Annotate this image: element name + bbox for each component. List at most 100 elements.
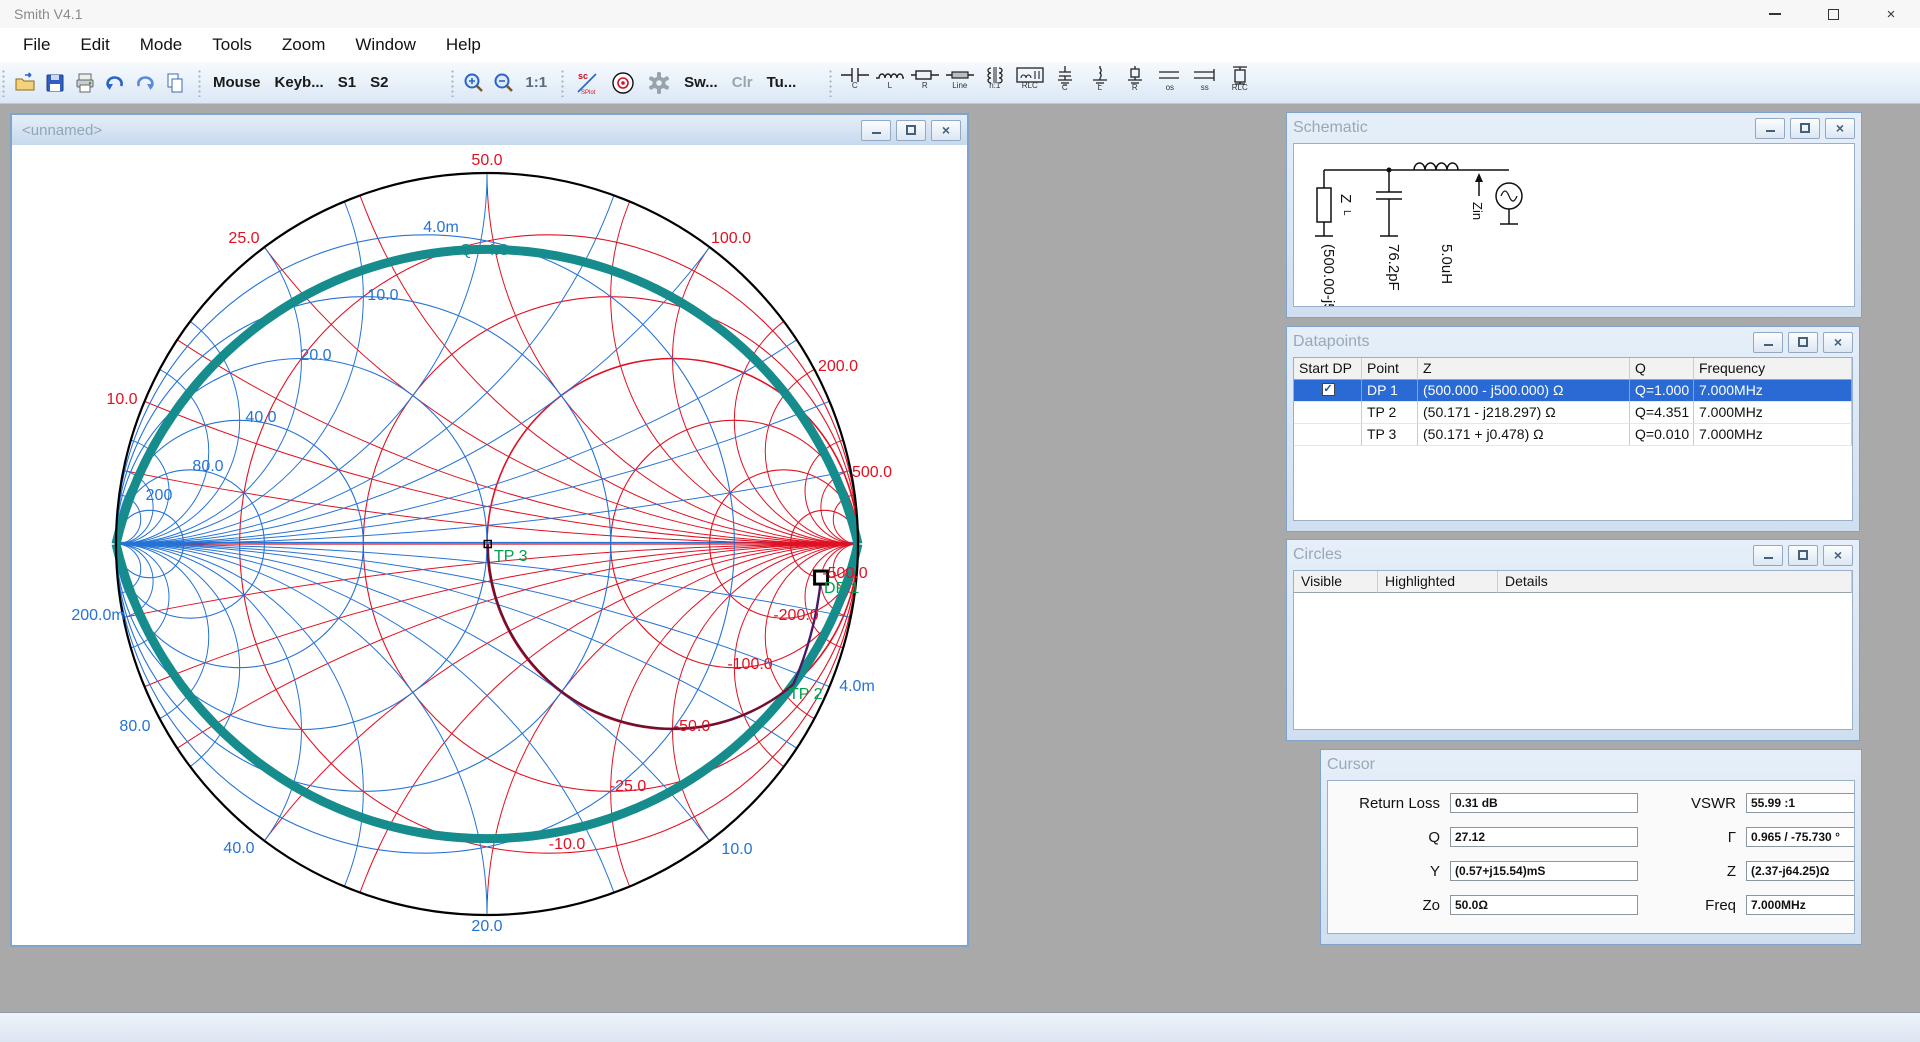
- chart-close-button[interactable]: ×: [931, 120, 961, 141]
- column-header[interactable]: Visible: [1294, 571, 1378, 593]
- z-label: Z: [1644, 863, 1740, 880]
- series-inductor-button[interactable]: L: [873, 66, 906, 100]
- rlc-network-button[interactable]: RLC: [1013, 66, 1046, 100]
- load-label: Z: [1337, 194, 1354, 203]
- shunt-resistor-button[interactable]: R: [1118, 66, 1151, 100]
- table-row[interactable]: TP 2 (50.171 - j218.297) Ω Q=4.351 7.000…: [1294, 402, 1852, 424]
- gamma-field[interactable]: 0.965 / -75.730 °: [1746, 827, 1855, 847]
- chart-minimize-button[interactable]: [861, 120, 891, 141]
- vswr-field[interactable]: 55.99 :1: [1746, 793, 1855, 813]
- circles-titlebar[interactable]: Circles ×: [1293, 540, 1853, 570]
- return-loss-field[interactable]: 0.31 dB: [1450, 793, 1638, 813]
- app-close-button[interactable]: ×: [1862, 0, 1920, 28]
- column-header[interactable]: Start DP: [1294, 358, 1362, 380]
- schematic-titlebar[interactable]: Schematic ×: [1293, 113, 1855, 143]
- circles-minimize-button[interactable]: [1753, 545, 1783, 566]
- menu-help[interactable]: Help: [431, 30, 496, 60]
- zoom-out-button[interactable]: [490, 68, 518, 98]
- clear-button[interactable]: Clr: [725, 70, 760, 95]
- datapoints-close-button[interactable]: ×: [1823, 332, 1853, 353]
- short-stub-button[interactable]: ss: [1188, 66, 1221, 100]
- copy-button[interactable]: [161, 68, 189, 98]
- save-button[interactable]: [41, 68, 69, 98]
- line-button[interactable]: Line: [943, 66, 976, 100]
- component-label: C: [852, 82, 858, 90]
- cursor-titlebar[interactable]: Cursor: [1327, 750, 1855, 780]
- freq-field[interactable]: 7.000MHz: [1746, 895, 1855, 915]
- column-header[interactable]: Frequency: [1694, 358, 1852, 380]
- s1-button[interactable]: S1: [331, 70, 363, 95]
- circles-maximize-button[interactable]: [1788, 545, 1818, 566]
- z-field[interactable]: (2.37-j64.25)Ω: [1746, 861, 1855, 881]
- table-row[interactable]: TP 3 (50.171 + j0.478) Ω Q=0.010 7.000MH…: [1294, 424, 1852, 446]
- chart-window-titlebar[interactable]: <unnamed> ×: [12, 115, 967, 145]
- datapoints-titlebar[interactable]: Datapoints ×: [1293, 327, 1853, 357]
- zo-field[interactable]: 50.0Ω: [1450, 895, 1638, 915]
- print-button[interactable]: [71, 68, 99, 98]
- chart-label: 4.0m: [423, 219, 459, 236]
- column-header[interactable]: Point: [1362, 358, 1418, 380]
- redo-button[interactable]: [131, 68, 159, 98]
- schematic-maximize-button[interactable]: [1790, 118, 1820, 139]
- keyboard-mode-button[interactable]: Keyb...: [268, 70, 331, 95]
- datapoints-minimize-button[interactable]: [1753, 332, 1783, 353]
- app-maximize-button[interactable]: [1804, 0, 1862, 28]
- chart-label: DP 1: [824, 580, 859, 597]
- menu-zoom[interactable]: Zoom: [267, 30, 340, 60]
- chart-label: 50.0: [471, 152, 502, 169]
- target-button[interactable]: [606, 68, 640, 98]
- column-header[interactable]: Z: [1418, 358, 1630, 380]
- circles-close-button[interactable]: ×: [1823, 545, 1853, 566]
- schematic-canvas[interactable]: Z L Zin (500.00-j5 76.2pF 5.0uH: [1293, 143, 1855, 307]
- app-minimize-button[interactable]: [1746, 0, 1804, 28]
- start-dp-checkbox[interactable]: ✓: [1322, 383, 1335, 396]
- open-button[interactable]: [11, 68, 39, 98]
- shunt-inductor-button[interactable]: L: [1083, 66, 1116, 100]
- column-header[interactable]: Details: [1498, 571, 1852, 593]
- chart-maximize-button[interactable]: [896, 120, 926, 141]
- column-header[interactable]: Q: [1630, 358, 1694, 380]
- component-label: L: [1098, 84, 1102, 92]
- q-field[interactable]: 27.12: [1450, 827, 1638, 847]
- s2-button[interactable]: S2: [363, 70, 395, 95]
- return-loss-label: Return Loss: [1336, 795, 1444, 812]
- menu-window[interactable]: Window: [340, 30, 430, 60]
- q-cell: Q=0.010: [1630, 424, 1694, 446]
- mdi-desktop: <unnamed> × 50.025.0100.010.0200.0500.0-…: [0, 104, 1920, 1012]
- datapoints-maximize-button[interactable]: [1788, 332, 1818, 353]
- sweep-button[interactable]: Sw...: [677, 70, 725, 95]
- y-field[interactable]: (0.57+j15.54)mS: [1450, 861, 1638, 881]
- menu-tools[interactable]: Tools: [197, 30, 267, 60]
- undo-button[interactable]: [101, 68, 129, 98]
- schematic-minimize-button[interactable]: [1755, 118, 1785, 139]
- zoom-ratio-label[interactable]: 1:1: [519, 74, 553, 91]
- mouse-mode-button[interactable]: Mouse: [206, 70, 268, 95]
- menu-edit[interactable]: Edit: [65, 30, 124, 60]
- zoom-in-button[interactable]: [460, 68, 488, 98]
- open-stub-button[interactable]: os: [1153, 66, 1186, 100]
- series-capacitor-button[interactable]: C: [838, 66, 871, 100]
- schematic-close-button[interactable]: ×: [1825, 118, 1855, 139]
- tune-button[interactable]: Tu...: [760, 70, 804, 95]
- minimize-icon: [1764, 344, 1773, 346]
- smith-chart-canvas[interactable]: 50.025.0100.010.0200.0500.0-500.0-200.0-…: [12, 145, 967, 945]
- menu-file[interactable]: File: [8, 30, 65, 60]
- copy-icon: [163, 71, 187, 95]
- chart-label: TP 3: [494, 548, 528, 565]
- zoom-in-icon: [462, 71, 486, 95]
- component-label: R: [922, 82, 928, 90]
- zin-arrowhead: [1475, 173, 1483, 182]
- table-row[interactable]: ✓ DP 1 (500.000 - j500.000) Ω Q=1.000 7.…: [1294, 380, 1852, 402]
- smith-chart[interactable]: 50.025.0100.010.0200.0500.0-500.0-200.0-…: [12, 145, 967, 945]
- column-header[interactable]: Highlighted: [1378, 571, 1498, 593]
- close-icon: ×: [1834, 335, 1842, 349]
- chart-label: 40.0: [245, 409, 276, 426]
- series-resistor-button[interactable]: R: [908, 66, 941, 100]
- settings-button[interactable]: [642, 68, 676, 98]
- transformer-button[interactable]: n:1: [978, 66, 1011, 100]
- sc-splot-button[interactable]: sc SPlot: [570, 68, 604, 98]
- menu-mode[interactable]: Mode: [125, 30, 198, 60]
- window-controls: ×: [1746, 0, 1920, 28]
- shunt-rlc-button[interactable]: RLC: [1223, 66, 1256, 100]
- shunt-capacitor-button[interactable]: C: [1048, 66, 1081, 100]
